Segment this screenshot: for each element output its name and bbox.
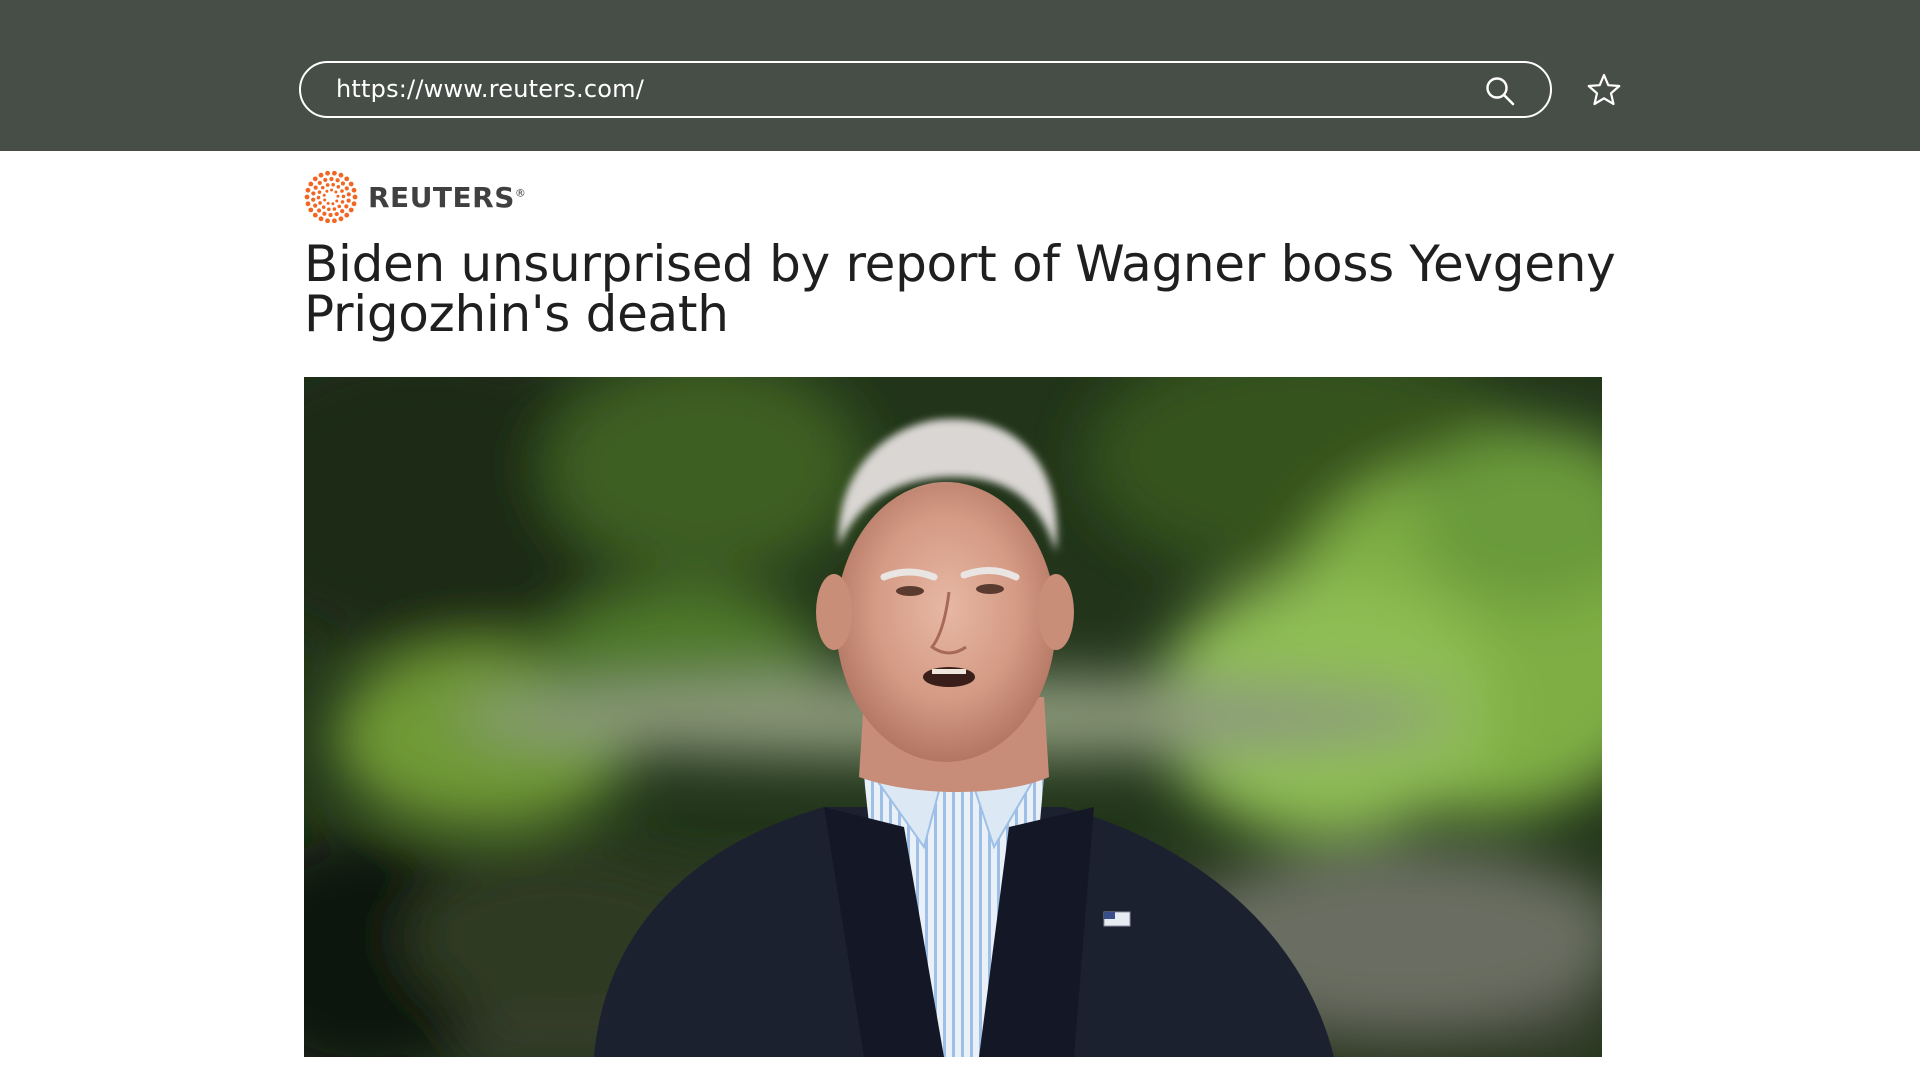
logo-dot xyxy=(340,181,346,186)
logo-dot xyxy=(338,216,344,222)
site-name: REUTERS® xyxy=(368,180,527,214)
logo-dot xyxy=(331,182,335,187)
logo-dot xyxy=(322,193,326,197)
logo-dot xyxy=(340,208,345,214)
logo-dot xyxy=(341,194,346,199)
logo-dot xyxy=(318,216,324,222)
logo-dot xyxy=(351,187,357,193)
reuters-logo-icon xyxy=(304,170,358,224)
logo-dot xyxy=(316,195,321,200)
logo-dot xyxy=(352,194,358,200)
logo-dot xyxy=(304,194,310,200)
logo-dot xyxy=(332,218,337,224)
logo-dot xyxy=(308,181,314,187)
logo-dot xyxy=(348,207,354,213)
logo-dot xyxy=(328,212,333,218)
logo-dot xyxy=(329,176,334,182)
logo-dot xyxy=(334,211,339,217)
logo-dot xyxy=(325,218,330,224)
logo-dot xyxy=(344,204,349,209)
logo-dot xyxy=(335,178,340,183)
logo-dot xyxy=(325,189,329,193)
article-photo-image xyxy=(304,377,1602,1057)
logo-dot xyxy=(317,190,322,194)
logo-dot xyxy=(334,190,338,194)
logo-dot xyxy=(313,203,318,208)
logo-dot xyxy=(336,185,341,189)
logo-dot xyxy=(322,211,327,216)
logo-dot xyxy=(323,198,327,202)
logo-dot xyxy=(317,180,322,186)
logo-dot xyxy=(316,208,322,213)
logo-dot xyxy=(318,201,322,205)
logo-dot xyxy=(312,212,318,218)
logo-dot xyxy=(311,197,316,202)
logo-dot xyxy=(330,188,334,192)
logo-dot xyxy=(332,207,337,211)
logo-dot xyxy=(311,191,316,196)
logo-dot xyxy=(332,170,337,176)
logo-dot xyxy=(327,207,331,212)
url-text[interactable]: https://www.reuters.com/ xyxy=(336,63,644,116)
logo-dot xyxy=(338,172,344,178)
logo-dot xyxy=(344,212,350,218)
logo-dot xyxy=(325,170,330,176)
logo-dot xyxy=(305,201,311,207)
logo-dot xyxy=(323,177,328,183)
logo-dot xyxy=(325,183,330,187)
article-photo[interactable] xyxy=(304,377,1602,1057)
logo-dot xyxy=(340,189,344,193)
article-page: REUTERS® Biden unsurprised by report of … xyxy=(0,151,1920,1080)
browser-toolbar: https://www.reuters.com/ xyxy=(0,0,1920,151)
logo-dot xyxy=(344,186,349,191)
logo-dot xyxy=(336,194,340,198)
logo-dot xyxy=(331,202,335,206)
logo-dot xyxy=(305,187,311,193)
logo-dot xyxy=(337,204,342,209)
logo-dot xyxy=(320,185,325,190)
logo-dot xyxy=(346,198,351,203)
logo-dot xyxy=(321,205,326,209)
search-icon[interactable] xyxy=(1484,75,1516,107)
logo-dot xyxy=(313,185,318,190)
article-headline: Biden unsurprised by report of Wagner bo… xyxy=(304,235,1616,343)
logo-dot xyxy=(348,181,354,187)
star-icon[interactable] xyxy=(1586,72,1622,108)
logo-dot xyxy=(340,200,345,204)
logo-dot xyxy=(346,192,351,197)
logo-dot xyxy=(318,172,324,178)
reuters-logo[interactable]: REUTERS® xyxy=(304,170,527,224)
logo-dot xyxy=(351,201,357,207)
logo-dot xyxy=(335,199,339,203)
logo-dot xyxy=(308,207,314,213)
address-bar[interactable]: https://www.reuters.com/ xyxy=(299,61,1552,118)
logo-dot xyxy=(344,176,350,182)
logo-dot xyxy=(326,201,330,205)
logo-dot xyxy=(312,176,318,182)
